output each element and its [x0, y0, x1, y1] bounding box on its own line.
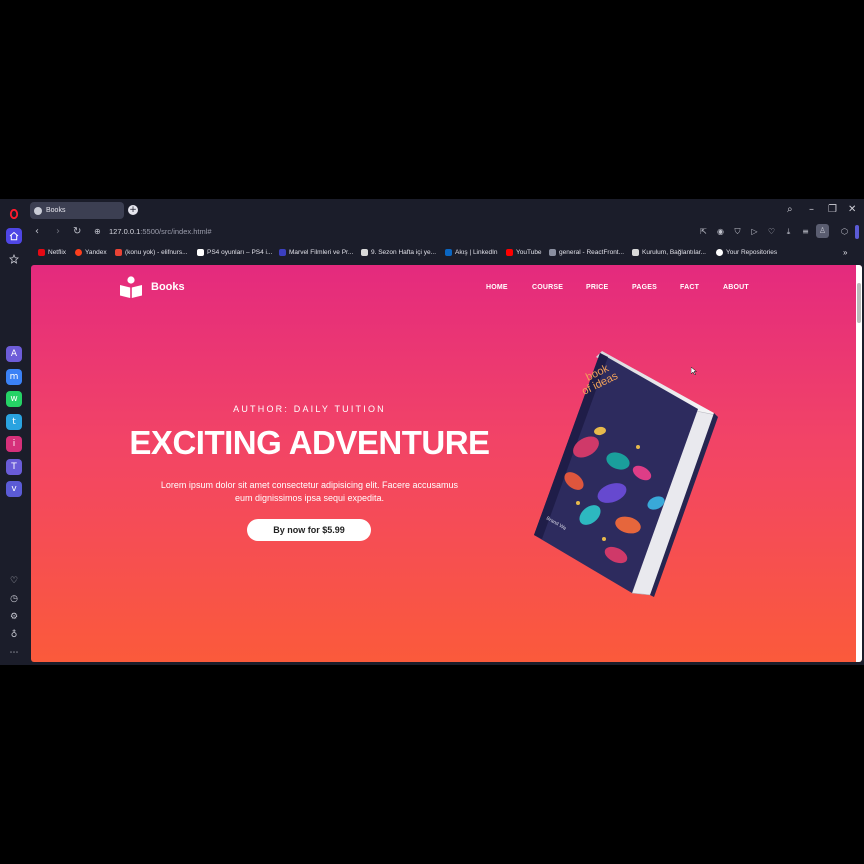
bookmark-item[interactable]: Your Repositories — [716, 249, 777, 256]
document-icon — [361, 249, 368, 256]
bookmark-item[interactable]: Akış | LinkedIn — [445, 249, 498, 256]
book-image: book of ideas Brand Wa — [534, 351, 718, 597]
globe-icon — [34, 206, 42, 215]
book-reader-icon — [120, 276, 142, 298]
more-icon[interactable]: ⋯ — [6, 645, 22, 661]
telegram-icon[interactable]: t — [6, 414, 22, 430]
url-host: 127.0.0.1 — [109, 227, 141, 236]
close-icon[interactable]: ✕ — [848, 204, 856, 215]
url-path: :5500/src/index.html# — [140, 227, 212, 236]
aria-icon[interactable]: A — [6, 346, 22, 362]
playstation-icon — [197, 249, 204, 256]
bookmark-label: PS4 oyunları – PS4 i... — [207, 249, 273, 256]
restore-icon[interactable]: ❐ — [828, 204, 837, 215]
twitch-icon[interactable]: T — [6, 459, 22, 475]
opera-sidebar: A m w t i T v ♡ ◷ ⚙ ♁ ⋯ — [0, 199, 28, 665]
home-icon[interactable] — [6, 228, 22, 244]
hero-description-line: Lorem ipsum dolor sit amet consectetur a… — [160, 480, 459, 490]
instagram-icon[interactable]: i — [6, 436, 22, 452]
hero-title: EXCITING ADVENTURE — [129, 424, 490, 461]
shield-icon[interactable]: ⛉ — [733, 227, 742, 236]
whatsapp-icon[interactable]: w — [6, 391, 22, 407]
new-tab-icon[interactable]: + — [128, 205, 138, 215]
bookmarks-bar: Netflix Yandex (konu yok) - elifnurs... … — [28, 245, 864, 262]
bookmark-item[interactable]: Yandex — [75, 249, 107, 256]
bookmark-label: Marvel Filmleri ve Pr... — [289, 249, 354, 256]
site-logo[interactable]: Books — [119, 275, 185, 299]
bookmark-item[interactable]: 9. Sezon Hafta içi ye... — [361, 249, 436, 256]
bookmark-item[interactable]: (konu yok) - elifnurs... — [115, 249, 188, 256]
forward-icon[interactable]: › — [56, 226, 60, 237]
heart-icon[interactable]: ♡ — [6, 573, 22, 589]
profile-icon[interactable]: ♙ — [816, 224, 829, 238]
bookmark-label: Netflix — [48, 249, 67, 256]
linkedin-icon — [445, 249, 452, 256]
nav-pages[interactable]: PAGES — [632, 284, 657, 291]
opera-logo-icon[interactable] — [6, 206, 22, 222]
mouse-cursor-icon — [691, 367, 697, 375]
url-field[interactable]: 127.0.0.1:5500/src/index.html# — [109, 227, 212, 236]
vk-icon[interactable]: v — [6, 481, 22, 497]
bookmark-label: Akış | LinkedIn — [455, 249, 498, 256]
bookmark-item[interactable]: Marvel Filmleri ve Pr... — [279, 249, 353, 256]
site-brand: Books — [151, 281, 185, 293]
web-page: Books HOME COURSE PRICE PAGES FACT ABOUT… — [31, 265, 862, 662]
bookmark-item[interactable]: PS4 oyunları – PS4 i... — [197, 249, 272, 256]
github-icon — [716, 249, 723, 256]
browser-window: A m w t i T v ♡ ◷ ⚙ ♁ ⋯ Books + ⌕ – ❐ ✕ … — [0, 199, 864, 665]
hero-author: AUTHOR: DAILY TUITION — [233, 404, 386, 414]
bookmark-label: 9. Sezon Hafta içi ye... — [371, 249, 437, 256]
yandex-icon — [75, 249, 82, 256]
netflix-icon — [38, 249, 45, 256]
download-icon[interactable]: ⤓ — [784, 227, 793, 236]
site-info-icon[interactable]: ⊕ — [94, 227, 101, 236]
reload-icon[interactable]: ↻ — [73, 226, 81, 237]
sidebar-toggle[interactable] — [855, 225, 859, 239]
extensions-icon[interactable]: ≡ — [801, 227, 810, 236]
address-bar: ‹ › ↻ ⊕ 127.0.0.1:5500/src/index.html# ⇱… — [28, 221, 864, 243]
camera-icon[interactable]: ◉ — [716, 227, 725, 236]
nav-home[interactable]: HOME — [486, 284, 508, 291]
tab-bar: Books + ⌕ – ❐ ✕ — [28, 199, 864, 221]
scrollbar[interactable] — [856, 265, 862, 662]
bookmark-label: Your Repositories — [726, 249, 778, 256]
bookmark-label: (konu yok) - elifnurs... — [125, 249, 188, 256]
back-icon[interactable]: ‹ — [35, 226, 39, 237]
youtube-icon — [506, 249, 513, 256]
bookmark-item[interactable]: Netflix — [38, 249, 66, 256]
minimize-icon[interactable]: – — [809, 204, 814, 215]
history-icon[interactable]: ◷ — [6, 591, 22, 607]
gmail-icon — [115, 249, 122, 256]
nav-course[interactable]: COURSE — [532, 284, 563, 291]
heart-outline-icon[interactable]: ♡ — [767, 227, 776, 236]
tab-books[interactable]: Books — [30, 202, 124, 219]
bookmark-label: Kurulum, Bağlantılar... — [642, 249, 706, 256]
bookmark-item[interactable]: Kurulum, Bağlantılar... — [632, 249, 706, 256]
star-icon[interactable] — [6, 251, 22, 267]
bookmark-label: Yandex — [85, 249, 107, 256]
nav-fact[interactable]: FACT — [680, 284, 699, 291]
bookmark-label: general - ReactFront... — [559, 249, 625, 256]
hero-description: Lorem ipsum dolor sit amet consectetur a… — [145, 479, 474, 505]
messenger-icon[interactable]: m — [6, 369, 22, 385]
buy-now-button[interactable]: By now for $5.99 — [247, 519, 371, 541]
bookmark-item[interactable]: YouTube — [506, 249, 542, 256]
play-icon[interactable]: ▷ — [750, 227, 759, 236]
lightbulb-icon[interactable]: ♁ — [6, 627, 22, 643]
bookmark-item[interactable]: general - ReactFront... — [549, 249, 624, 256]
hero-description-line: eum dignissimos ipsa sequi expedita. — [234, 493, 385, 503]
bookmark-label: YouTube — [516, 249, 542, 256]
nav-about[interactable]: ABOUT — [723, 284, 749, 291]
open-icon[interactable]: ⇱ — [699, 227, 708, 236]
settings-icon[interactable]: ⚙ — [6, 609, 22, 625]
marvel-icon — [279, 249, 286, 256]
scrollbar-thumb[interactable] — [857, 283, 861, 323]
cube-icon[interactable]: ⬡ — [840, 227, 849, 236]
tab-title: Books — [46, 207, 66, 214]
document-icon — [632, 249, 639, 256]
more-bookmarks-icon[interactable]: » — [843, 248, 847, 257]
slack-icon — [549, 249, 556, 256]
search-tabs-icon[interactable]: ⌕ — [787, 204, 793, 215]
nav-price[interactable]: PRICE — [586, 284, 608, 291]
